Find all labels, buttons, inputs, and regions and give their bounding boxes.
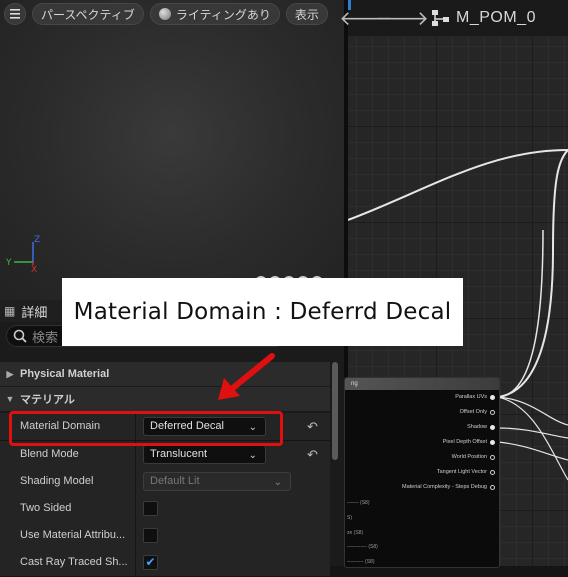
property-label: Cast Ray Traced Sh...: [20, 556, 128, 568]
row-cast-ray-traced-shadows: Cast Ray Traced Sh... ✔: [0, 549, 330, 577]
active-tab-indicator: [348, 0, 351, 10]
dropdown-value: Default Lit: [150, 475, 200, 487]
hierarchy-icon: [432, 10, 449, 26]
perspective-label: パースペクティブ: [41, 7, 135, 22]
chevron-down-icon: ⌄: [273, 477, 282, 488]
shading-model-dropdown[interactable]: Default Lit ⌄: [143, 472, 291, 491]
pin-filled-icon: [490, 439, 495, 445]
axis-y-label: Y: [6, 258, 12, 268]
lighting-mode-button[interactable]: ライティングあり: [149, 3, 280, 25]
material-function-node[interactable]: ng Parallax UVs Offset Only Shadow Pixel…: [344, 377, 500, 568]
node-input-label: ------------ (S8): [347, 544, 378, 550]
property-label: Shading Model: [20, 475, 94, 487]
pin-label: World Position: [451, 454, 487, 460]
node-header-label: ng: [351, 381, 358, 387]
reset-to-default-icon[interactable]: ↶: [307, 419, 318, 435]
node-header: ng: [345, 378, 499, 390]
pin-filled-icon: [490, 394, 495, 400]
viewport-menu-button[interactable]: [4, 3, 26, 25]
perspective-button[interactable]: パースペクティブ: [32, 3, 144, 25]
pin-hollow-icon: [490, 469, 495, 475]
dropdown-value: Translucent: [150, 448, 208, 460]
pin-parallax-uvs[interactable]: Parallax UVs: [455, 394, 495, 400]
axis-x-label: X: [31, 265, 37, 272]
show-label: 表示: [294, 7, 319, 22]
graph-toolbar: 🡐 🡒 M_POM_0: [339, 0, 568, 36]
row-use-material-attributes: Use Material Attribu...: [0, 522, 330, 550]
pin-hollow-icon: [490, 484, 495, 490]
pin-hollow-icon: [490, 454, 495, 460]
reset-to-default-icon[interactable]: ↶: [307, 447, 318, 463]
annotation-arrow-icon: [218, 353, 275, 400]
preview-viewport[interactable]: パースペクティブ ライティングあり 表示 Z Y X: [0, 0, 344, 300]
search-icon: [13, 329, 27, 343]
pin-label: Shadow: [467, 424, 487, 430]
highlight-box: [9, 411, 283, 446]
column-divider[interactable]: [135, 468, 136, 495]
node-input-label: ------- (S8): [347, 500, 370, 506]
pin-label: Material Complexity - Steps Debug: [402, 484, 487, 490]
column-divider[interactable]: [135, 549, 136, 576]
use-material-attributes-checkbox[interactable]: [143, 528, 158, 543]
viewport-toolbar: パースペクティブ ライティングあり 表示: [4, 3, 328, 25]
axis-gizmo-icon: Z Y X: [6, 235, 40, 272]
show-button[interactable]: 表示: [285, 3, 328, 25]
annotation-text: Material Domain : Deferrd Decal: [73, 299, 452, 325]
checkmark-icon: ✔: [145, 555, 156, 569]
node-input-label: ---------- (S8): [347, 559, 375, 565]
pin-offset-only[interactable]: Offset Only: [460, 409, 495, 415]
pin-world-position[interactable]: World Position: [452, 454, 495, 460]
row-shading-model: Shading Model Default Lit ⌄: [0, 468, 330, 496]
pin-label: Offset Only: [459, 409, 487, 415]
pin-label: Tangent Light Vector: [436, 469, 487, 475]
column-divider[interactable]: [135, 495, 136, 522]
pin-pixel-depth-offset[interactable]: Pixel Depth Offset: [443, 439, 495, 445]
collapse-arrow-icon: ▼: [5, 394, 15, 404]
pin-material-complexity[interactable]: Material Complexity - Steps Debug: [402, 484, 495, 490]
graph-title: M_POM_0: [456, 9, 536, 26]
arrow-right-icon: 🡒: [375, 7, 429, 30]
axis-z-label: Z: [34, 235, 40, 245]
forward-button[interactable]: 🡒: [375, 0, 429, 36]
blend-mode-dropdown[interactable]: Translucent ⌄: [143, 445, 266, 464]
details-scrollbar[interactable]: [331, 362, 339, 566]
hamburger-icon: [10, 9, 20, 19]
chevron-down-icon: ⌄: [248, 450, 257, 461]
annotation-callout: Material Domain : Deferrd Decal: [62, 278, 463, 346]
property-label: Use Material Attribu...: [20, 529, 126, 541]
row-two-sided: Two Sided: [0, 495, 330, 523]
pin-label: Pixel Depth Offset: [442, 439, 487, 445]
details-title: 詳細: [21, 304, 48, 320]
node-input-label: S): [347, 515, 352, 521]
node-input-label: ze (S8): [347, 530, 364, 536]
pin-hollow-icon: [490, 409, 495, 415]
lighting-label: ライティングあり: [175, 7, 271, 22]
expand-arrow-icon: ▶: [6, 368, 14, 379]
pin-label: Parallax UVs: [455, 394, 487, 400]
column-divider[interactable]: [135, 522, 136, 549]
property-label: Two Sided: [20, 502, 72, 514]
section-label: マテリアル: [20, 394, 75, 406]
cast-ray-traced-shadows-checkbox[interactable]: ✔: [143, 555, 158, 570]
details-icon: ▦: [4, 304, 16, 318]
lit-sphere-icon: [158, 8, 171, 20]
search-placeholder: 検索: [32, 329, 59, 345]
section-physical-material[interactable]: ▶ Physical Material: [0, 362, 330, 386]
pin-tangent-light-vector[interactable]: Tangent Light Vector: [437, 469, 495, 475]
pin-shadow[interactable]: Shadow: [467, 424, 495, 430]
scrollbar-thumb[interactable]: [332, 362, 338, 460]
section-label: Physical Material: [20, 368, 110, 380]
section-material[interactable]: ▼ マテリアル: [0, 387, 330, 411]
two-sided-checkbox[interactable]: [143, 501, 158, 516]
pin-filled-icon: [490, 424, 495, 430]
